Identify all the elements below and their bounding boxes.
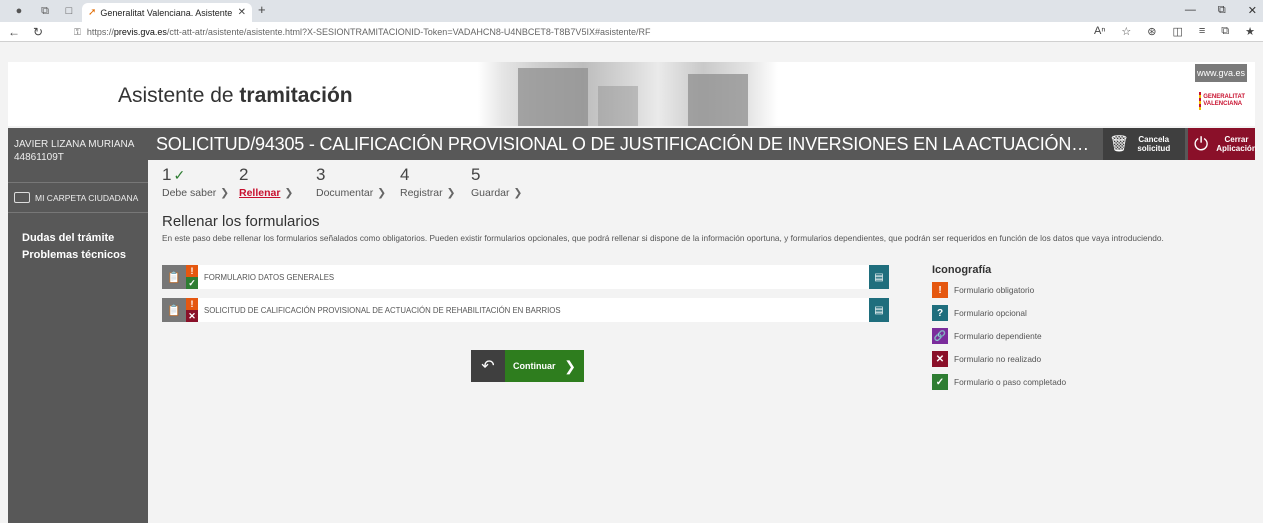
section-heading: Rellenar los formularios <box>162 213 320 230</box>
extension-icon[interactable]: ⊛ <box>1147 25 1156 38</box>
collections-icon[interactable]: ⧉ <box>34 0 56 22</box>
trash-icon: 🗑 <box>1109 136 1130 153</box>
request-title: SOLICITUD/94305 - CALIFICACIÓN PROVISION… <box>156 134 1091 154</box>
read-aloud-icon[interactable]: Aⁿ <box>1094 25 1105 38</box>
form-document-icon[interactable]: ▤ <box>869 298 889 322</box>
not-done-x-icon: ✕ <box>186 310 198 322</box>
cancel-request-button[interactable]: 🗑 Cancela solicitud <box>1103 128 1185 160</box>
completed-check-icon: ✓ <box>186 277 198 289</box>
minimize-icon[interactable]: — <box>1185 4 1196 17</box>
step-registrar[interactable]: 4 Registrar ❯ <box>400 166 471 200</box>
close-application-button[interactable]: ⏻ Cerrar Aplicación <box>1188 128 1257 160</box>
browser-address-bar: ← ↻ ⚿ https://previs.gva.es/ctt-att-atr/… <box>0 22 1263 42</box>
favicon-icon: ➚ <box>88 7 97 18</box>
new-tab-icon[interactable]: + <box>258 2 266 17</box>
clipboard-icon: 📋 <box>162 298 186 322</box>
obligatorio-icon: ! <box>932 282 948 298</box>
collections-toolbar-icon[interactable]: ⧉ <box>1221 25 1229 38</box>
split-screen-icon[interactable]: ◫ <box>1172 25 1182 38</box>
clipboard-icon: 📋 <box>162 265 186 289</box>
gva-link[interactable]: www.gva.es <box>1195 64 1247 82</box>
gva-logo-mark <box>1199 92 1202 110</box>
tab-actions-icon[interactable]: □ <box>58 0 80 22</box>
main-content: 1 ✓ Debe saber ❯ 2 Rellenar ❯ 3 Documentar ❯… <box>148 160 1255 523</box>
dudas-tramite-link[interactable]: Dudas del trámite <box>22 230 126 247</box>
continue-button-group: ↶ Continuar ❯ <box>471 350 584 382</box>
favorites-icon[interactable]: ≡ <box>1199 25 1205 38</box>
form-name: FORMULARIO DATOS GENERALES <box>204 272 335 282</box>
legend-item: ! Formulario obligatorio <box>932 282 1066 298</box>
chevron-right-icon: ❯ <box>220 187 230 199</box>
close-tab-icon[interactable]: ✕ <box>238 7 246 18</box>
lock-icon: ⚿ <box>74 26 81 37</box>
user-info: JAVIER LIZANA MURIANA 44861109T <box>14 138 134 164</box>
left-sidebar: JAVIER LIZANA MURIANA 44861109T MI CARPE… <box>8 128 148 523</box>
obligatorio-icon: ! <box>186 298 198 310</box>
folder-icon <box>14 192 30 203</box>
gva-logo[interactable]: GENERALITAT VALENCIANA <box>1199 90 1245 112</box>
profile-icon[interactable]: ● <box>8 0 30 22</box>
section-description: En este paso debe rellenar los formulari… <box>162 233 1164 243</box>
legend-item: ✕ Formulario no realizado <box>932 351 1066 367</box>
power-icon: ⏻ <box>1194 133 1209 154</box>
step-debe-saber[interactable]: 1 ✓ Debe saber ❯ <box>162 166 239 200</box>
step-guardar[interactable]: 5 Guardar ❯ <box>471 166 548 200</box>
step-rellenar[interactable]: 2 Rellenar ❯ <box>239 166 316 200</box>
back-arrow-button[interactable]: ↶ <box>471 350 505 382</box>
copilot-icon[interactable]: ★ <box>1245 25 1255 38</box>
chevron-right-icon: ❯ <box>284 187 294 199</box>
legend-item: ? Formulario opcional <box>932 305 1066 321</box>
legend-item: 🔗 Formulario dependiente <box>932 328 1066 344</box>
mi-carpeta-ciudadana-link[interactable]: MI CARPETA CIUDADANA <box>14 192 138 203</box>
legend-title: Iconografía <box>932 264 992 276</box>
site-header: Asistente de tramitación www.gva.es GENE… <box>8 62 1255 126</box>
tab-title: Generalitat Valenciana. Asistente <box>100 7 233 18</box>
check-icon: ✓ <box>173 167 186 183</box>
site-brand: Asistente de tramitación <box>118 84 353 107</box>
chevron-right-icon: ❯ <box>564 357 576 374</box>
url-field[interactable]: ⚿ https://previs.gva.es/ctt-att-atr/asis… <box>74 24 1004 40</box>
legend-item: ✓ Formulario o paso completado <box>932 374 1066 390</box>
form-name: SOLICITUD DE CALIFICACIÓN PROVISIONAL DE… <box>204 305 561 315</box>
chevron-right-icon: ❯ <box>513 187 523 199</box>
continue-button[interactable]: Continuar ❯ <box>505 350 584 382</box>
refresh-icon[interactable]: ↻ <box>28 25 48 39</box>
user-id: 44861109T <box>14 152 64 163</box>
iconography-legend: Iconografía ! Formulario obligatorio ? F… <box>932 264 1066 397</box>
browser-tab[interactable]: ➚ Generalitat Valenciana. Asistente ✕ <box>82 3 252 22</box>
favorite-star-icon[interactable]: ☆ <box>1121 25 1131 38</box>
browser-tab-bar: ● ⧉ □ ➚ Generalitat Valenciana. Asistent… <box>0 0 1263 22</box>
request-title-bar: SOLICITUD/94305 - CALIFICACIÓN PROVISION… <box>148 128 1257 160</box>
problemas-tecnicos-link[interactable]: Problemas técnicos <box>22 247 126 264</box>
back-icon[interactable]: ← <box>4 25 24 39</box>
wizard-steps: 1 ✓ Debe saber ❯ 2 Rellenar ❯ 3 Documentar ❯… <box>162 166 548 200</box>
chevron-right-icon: ❯ <box>446 187 456 199</box>
x-icon: ✕ <box>932 351 948 367</box>
check-icon: ✓ <box>932 374 948 390</box>
form-row[interactable]: 📋 ! ✓ FORMULARIO DATOS GENERALES ▤ <box>162 265 889 289</box>
step-documentar[interactable]: 3 Documentar ❯ <box>316 166 400 200</box>
chevron-right-icon: ❯ <box>377 187 387 199</box>
user-name: JAVIER LIZANA MURIANA <box>14 139 135 150</box>
header-building-image <box>478 62 778 126</box>
form-document-icon[interactable]: ▤ <box>869 265 889 289</box>
restore-icon[interactable]: ⧉ <box>1218 4 1226 17</box>
url-text: https://previs.gva.es/ctt-att-atr/asiste… <box>86 27 651 37</box>
close-window-icon[interactable]: ✕ <box>1248 4 1257 17</box>
obligatorio-icon: ! <box>186 265 198 277</box>
form-row[interactable]: 📋 ! ✕ SOLICITUD DE CALIFICACIÓN PROVISIO… <box>162 298 889 322</box>
question-icon: ? <box>932 305 948 321</box>
link-icon: 🔗 <box>932 328 948 344</box>
